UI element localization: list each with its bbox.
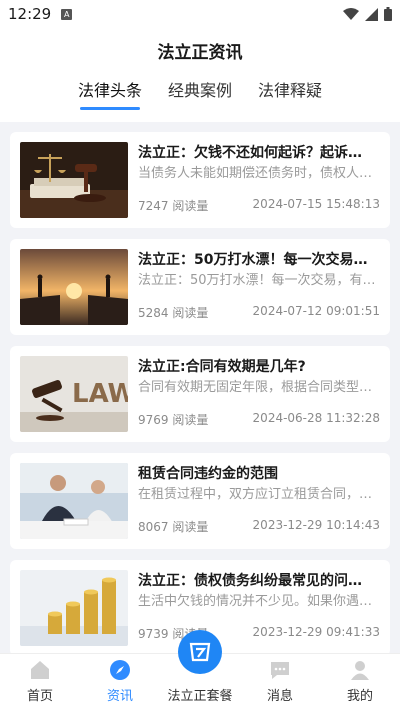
coin-stacks-icon xyxy=(20,570,128,646)
article-title: 法立正:合同有效期是几年? xyxy=(138,359,306,375)
tab-headlines[interactable]: 法律头条 xyxy=(78,78,142,116)
nav-messages[interactable]: 消息 xyxy=(240,654,320,711)
sim-icon: A xyxy=(61,8,73,20)
nav-package[interactable]: 法立正套餐 xyxy=(160,630,240,711)
read-count: 5284 阅读量 xyxy=(138,306,209,320)
message-icon xyxy=(271,662,289,679)
status-time: 12:29 xyxy=(8,5,52,23)
publish-date: 2024-06-28 11:32:28 xyxy=(252,411,380,425)
page-title: 法立正资讯 xyxy=(0,28,400,72)
battery-icon xyxy=(384,7,392,21)
publish-date: 2023-12-29 09:41:33 xyxy=(252,625,380,639)
nav-home[interactable]: 首页 xyxy=(0,654,80,711)
tab-legal-qa[interactable]: 法律释疑 xyxy=(258,78,322,116)
article-card[interactable]: 法立正：50万打水漂！每一次交易… 法立正：50万打水漂！每一次交易，有… 52… xyxy=(10,239,390,335)
nav-profile-label: 我的 xyxy=(346,689,373,704)
business-meeting-icon xyxy=(20,463,128,539)
svg-text:LAW: LAW xyxy=(72,379,128,409)
article-card[interactable]: LAW 法立正:合同有效期是几年? 合同有效期无固定年限，根据合同类型… 976… xyxy=(10,346,390,442)
publish-date: 2024-07-15 15:48:13 xyxy=(252,197,380,211)
gavel-scale-icon xyxy=(20,142,128,218)
read-count: 7247 阅读量 xyxy=(138,199,209,213)
nav-profile[interactable]: 我的 xyxy=(320,654,400,711)
article-summary: 生活中欠钱的情况并不少见。如果你遇… xyxy=(138,594,373,609)
article-card[interactable]: 租赁合同违约金的范围 在租赁过程中，双方应订立租赁合同，… 8067 阅读量 2… xyxy=(10,453,390,549)
signal-icon xyxy=(365,7,378,21)
article-list: 法立正：欠钱不还如何起诉？起诉… 当债务人未能如期偿还债务时，债权人… 7247… xyxy=(0,122,400,656)
status-bar: 12:29 A xyxy=(0,0,400,28)
article-summary: 当债务人未能如期偿还债务时，债权人… xyxy=(138,166,373,181)
nav-package-label: 法立正套餐 xyxy=(167,689,233,704)
law-gavel-icon: LAW xyxy=(20,356,128,432)
profile-icon xyxy=(351,661,369,680)
article-summary: 在租赁过程中，双方应订立租赁合同，… xyxy=(138,487,373,502)
home-icon xyxy=(31,661,49,679)
nav-news[interactable]: 资讯 xyxy=(80,654,160,711)
package-icon xyxy=(178,630,222,674)
article-card[interactable]: 法立正：欠钱不还如何起诉？起诉… 当债务人未能如期偿还债务时，债权人… 7247… xyxy=(10,132,390,228)
bottom-navigation: 首页 资讯 法立正套餐 消息 我的 xyxy=(0,630,400,711)
publish-date: 2023-12-29 10:14:43 xyxy=(252,518,380,532)
article-title: 法立正：50万打水漂！每一次交易… xyxy=(138,252,368,268)
article-title: 法立正：债权债务纠纷最常见的问… xyxy=(138,573,362,589)
article-title: 法立正：欠钱不还如何起诉？起诉… xyxy=(138,145,362,161)
article-summary: 法立正：50万打水漂！每一次交易，有… xyxy=(138,273,376,288)
read-count: 8067 阅读量 xyxy=(138,520,209,534)
sunset-silhouette-icon xyxy=(20,249,128,325)
article-summary: 合同有效期无固定年限，根据合同类型… xyxy=(138,380,373,395)
nav-messages-label: 消息 xyxy=(266,689,293,704)
nav-news-label: 资讯 xyxy=(106,689,133,704)
tab-bar: 法律头条 经典案例 法律释疑 xyxy=(0,72,400,122)
tab-classic-cases[interactable]: 经典案例 xyxy=(168,78,232,116)
publish-date: 2024-07-12 09:01:51 xyxy=(252,304,380,318)
compass-icon xyxy=(110,660,130,680)
wifi-icon xyxy=(343,7,359,20)
read-count: 9769 阅读量 xyxy=(138,413,209,427)
nav-home-label: 首页 xyxy=(26,689,53,704)
article-title: 租赁合同违约金的范围 xyxy=(138,466,278,482)
